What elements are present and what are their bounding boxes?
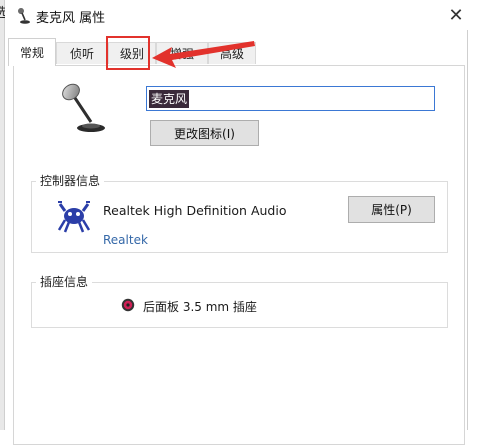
close-button[interactable]: ✕	[435, 0, 477, 30]
controller-properties-button[interactable]: 属性(P)	[348, 196, 435, 223]
levels-tab-highlight-box	[106, 36, 150, 70]
close-icon: ✕	[448, 4, 464, 26]
jack-group-title: 插座信息	[36, 273, 93, 290]
window-divider	[467, 30, 468, 430]
controller-name: Realtek High Definition Audio	[103, 203, 287, 218]
window-title: 麦克风 属性	[36, 11, 106, 26]
controller-group-title: 控制器信息	[36, 172, 105, 189]
realtek-crab-icon	[57, 201, 91, 233]
change-icon-button[interactable]: 更改图标(I)	[150, 120, 259, 146]
controller-vendor-link[interactable]: Realtek	[103, 233, 148, 247]
microphone-icon	[62, 83, 105, 132]
jack-label: 后面板 3.5 mm 插座	[143, 300, 257, 314]
device-name-value: 麦克风	[149, 89, 190, 108]
title-bar: 麦克风 属性 ✕	[5, 0, 477, 30]
device-name-input[interactable]: 麦克风	[146, 86, 435, 111]
tab-listen[interactable]: 侦听	[56, 42, 108, 64]
jack-port-icon	[121, 298, 135, 312]
microphone-icon	[18, 8, 30, 24]
tab-general[interactable]: 常规	[8, 38, 56, 66]
red-arrow-annotation	[152, 41, 255, 68]
